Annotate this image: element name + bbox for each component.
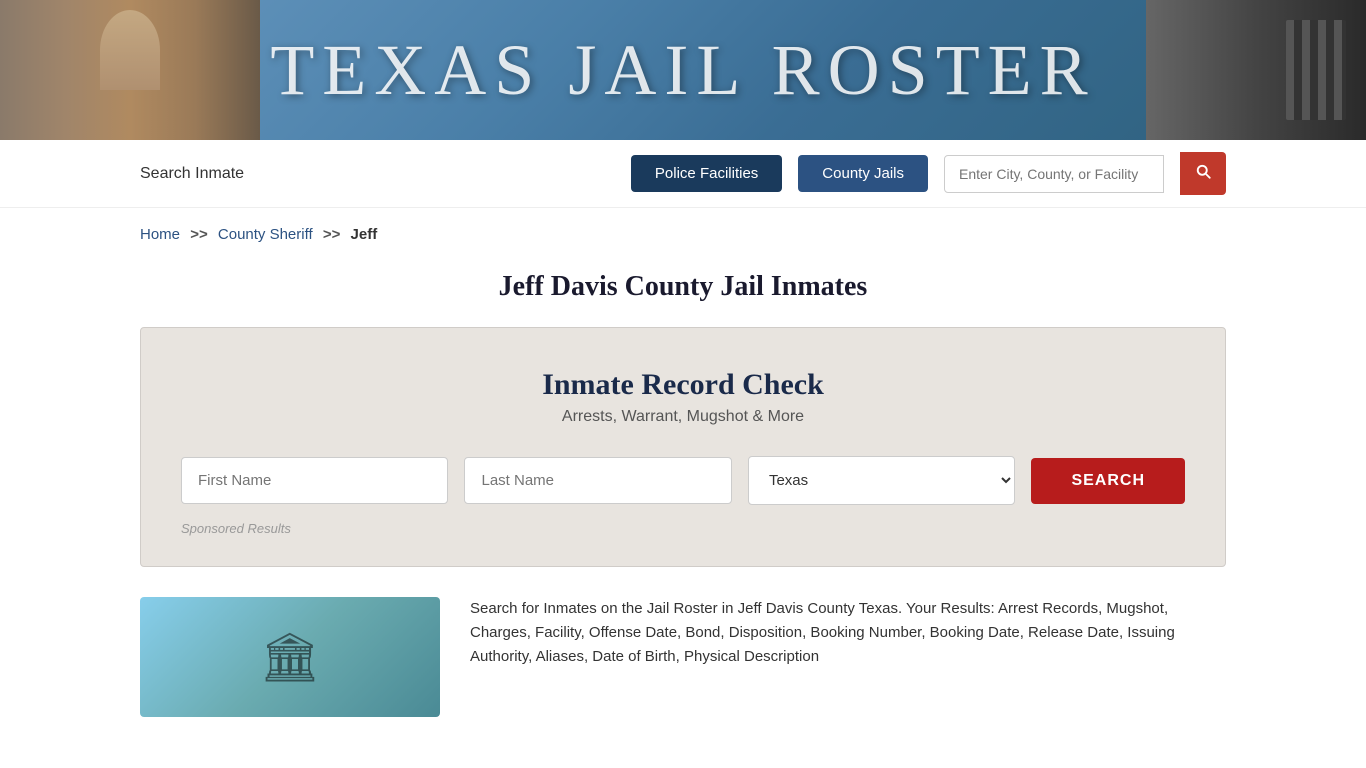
breadcrumb-home[interactable]: Home (140, 226, 180, 243)
breadcrumb-sep-1: >> (190, 226, 208, 243)
sponsored-results-label: Sponsored Results (181, 521, 1185, 536)
panel-title: Inmate Record Check (181, 368, 1185, 402)
facility-search-input[interactable] (944, 155, 1164, 193)
banner-capitol-image (0, 0, 260, 140)
state-select[interactable]: AlabamaAlaskaArizonaArkansas CaliforniaC… (748, 456, 1015, 505)
facility-search-button[interactable] (1180, 152, 1226, 195)
first-name-input[interactable] (181, 457, 448, 504)
breadcrumb-current: Jeff (351, 226, 378, 243)
nav-bar: Search Inmate Police Facilities County J… (0, 140, 1366, 208)
bottom-description: Search for Inmates on the Jail Roster in… (470, 597, 1226, 717)
search-icon (1194, 162, 1212, 180)
county-jails-button[interactable]: County Jails (798, 155, 928, 192)
banner-right-image (1146, 0, 1366, 140)
search-fields: AlabamaAlaskaArizonaArkansas CaliforniaC… (181, 456, 1185, 505)
header-banner: Texas Jail Roster (0, 0, 1366, 140)
last-name-input[interactable] (464, 457, 731, 504)
search-panel: Inmate Record Check Arrests, Warrant, Mu… (140, 327, 1226, 567)
banner-title: Texas Jail Roster (270, 29, 1095, 112)
search-inmate-label: Search Inmate (140, 165, 244, 183)
breadcrumb: Home >> County Sheriff >> Jeff (0, 208, 1366, 261)
bottom-image (140, 597, 440, 717)
bottom-section: Search for Inmates on the Jail Roster in… (140, 597, 1226, 717)
breadcrumb-county-sheriff[interactable]: County Sheriff (218, 226, 313, 243)
breadcrumb-sep-2: >> (323, 226, 341, 243)
panel-subtitle: Arrests, Warrant, Mugshot & More (181, 408, 1185, 426)
search-submit-button[interactable]: SEARCH (1031, 458, 1185, 504)
page-title: Jeff Davis County Jail Inmates (0, 271, 1366, 303)
police-facilities-button[interactable]: Police Facilities (631, 155, 782, 192)
